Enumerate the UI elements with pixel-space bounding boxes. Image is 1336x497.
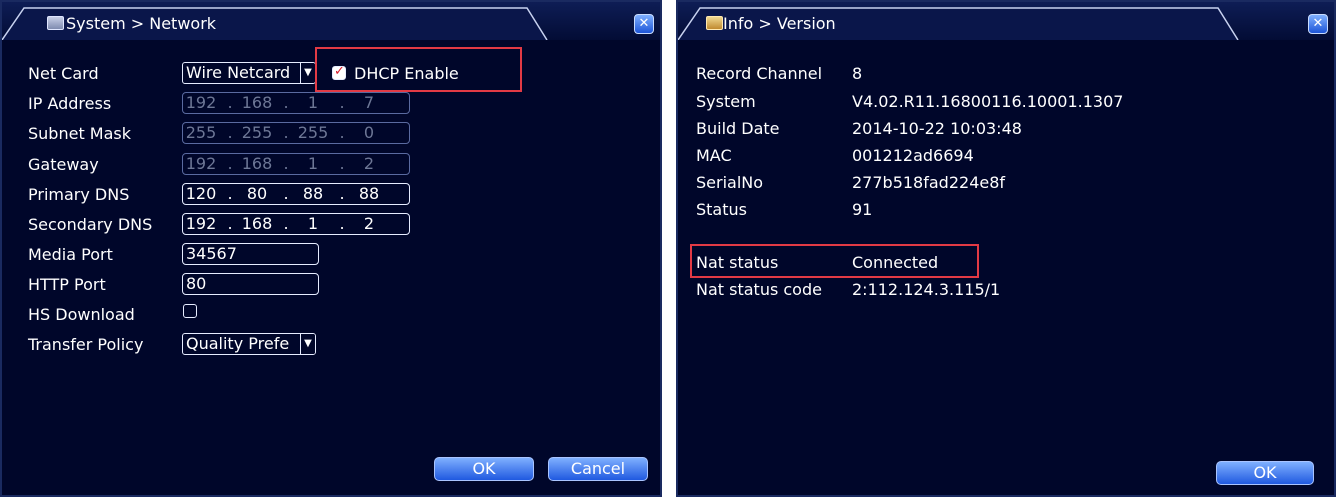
ok-button[interactable]: OK xyxy=(1216,461,1314,485)
ok-button[interactable]: OK xyxy=(434,457,534,481)
info-window-icon xyxy=(706,16,723,30)
media-port-input[interactable]: 34567 xyxy=(182,243,319,265)
secondary-dns-octet-4[interactable]: 2 xyxy=(351,214,387,234)
info-label: SerialNo xyxy=(696,173,764,192)
primary-dns-field[interactable]: 120 . 80 . 88 . 88 xyxy=(182,183,410,205)
net-card-label: Net Card xyxy=(28,64,99,83)
info-value: 8 xyxy=(852,64,863,83)
window-title: System > Network xyxy=(66,14,217,33)
subnet-octet-4[interactable]: 0 xyxy=(351,123,387,143)
ip-octet-4[interactable]: 7 xyxy=(351,93,387,113)
net-card-select[interactable]: Wire Netcard ▼ xyxy=(182,62,316,84)
ip-separator: . xyxy=(227,154,233,173)
info-label: Status xyxy=(696,200,747,219)
network-window: System > Network ✕ Net Card IP Address S… xyxy=(0,0,662,497)
ip-separator: . xyxy=(283,93,289,112)
ip-separator: . xyxy=(283,123,289,142)
gateway-octet-1[interactable]: 192 xyxy=(183,154,219,174)
ip-octet-2[interactable]: 168 xyxy=(239,93,275,113)
http-port-input[interactable]: 80 xyxy=(182,273,319,295)
ip-separator: . xyxy=(339,214,345,233)
net-card-value: Wire Netcard xyxy=(186,63,291,82)
dhcp-highlight-box xyxy=(315,47,522,92)
ip-octet-3[interactable]: 1 xyxy=(295,93,331,113)
info-value: 91 xyxy=(852,200,873,219)
ip-separator: . xyxy=(227,123,233,142)
gateway-label: Gateway xyxy=(28,155,99,174)
gateway-octet-3[interactable]: 1 xyxy=(295,154,331,174)
ip-address-field[interactable]: 192 . 168 . 1 . 7 xyxy=(182,92,410,114)
secondary-dns-label: Secondary DNS xyxy=(28,215,153,234)
ip-octet-1[interactable]: 192 xyxy=(183,93,219,113)
secondary-dns-octet-2[interactable]: 168 xyxy=(239,214,275,234)
info-label: Record Channel xyxy=(696,64,823,83)
version-titlebar: Info > Version ✕ xyxy=(678,2,1334,40)
window-title: Info > Version xyxy=(723,14,836,33)
ip-separator: . xyxy=(339,93,345,112)
settings-window-icon xyxy=(47,16,64,30)
primary-dns-octet-3[interactable]: 88 xyxy=(295,184,331,204)
gateway-field[interactable]: 192 . 168 . 1 . 2 xyxy=(182,153,410,175)
secondary-dns-octet-3[interactable]: 1 xyxy=(295,214,331,234)
secondary-dns-field[interactable]: 192 . 168 . 1 . 2 xyxy=(182,213,410,235)
hs-download-label: HS Download xyxy=(28,305,135,324)
cancel-button[interactable]: Cancel xyxy=(548,457,648,481)
transfer-policy-label: Transfer Policy xyxy=(28,335,144,354)
nat-status-code-value: 2:112.124.3.115/1 xyxy=(852,280,1001,299)
http-port-label: HTTP Port xyxy=(28,275,106,294)
network-titlebar: System > Network ✕ xyxy=(2,2,660,40)
info-value: 277b518fad224e8f xyxy=(852,173,1006,192)
info-value: V4.02.R11.16800116.10001.1307 xyxy=(852,92,1124,111)
ip-separator: . xyxy=(227,184,233,203)
primary-dns-label: Primary DNS xyxy=(28,185,130,204)
version-window: Info > Version ✕ Record Channel 8 System… xyxy=(676,0,1336,497)
ip-separator: . xyxy=(283,184,289,203)
transfer-policy-select[interactable]: Quality Prefe ▼ xyxy=(182,333,316,355)
info-label: System xyxy=(696,92,756,111)
primary-dns-octet-1[interactable]: 120 xyxy=(183,184,219,204)
close-button[interactable]: ✕ xyxy=(634,14,654,34)
ip-separator: . xyxy=(227,214,233,233)
ip-separator: . xyxy=(227,93,233,112)
transfer-policy-value: Quality Prefe xyxy=(186,334,290,353)
info-value: 001212ad6694 xyxy=(852,146,974,165)
ip-address-label: IP Address xyxy=(28,94,112,113)
subnet-octet-1[interactable]: 255 xyxy=(183,123,219,143)
nat-status-highlight-box xyxy=(690,244,979,278)
media-port-label: Media Port xyxy=(28,245,113,264)
secondary-dns-octet-1[interactable]: 192 xyxy=(183,214,219,234)
subnet-octet-3[interactable]: 255 xyxy=(295,123,331,143)
ip-separator: . xyxy=(283,154,289,173)
primary-dns-octet-4[interactable]: 88 xyxy=(351,184,387,204)
subnet-mask-field[interactable]: 255 . 255 . 255 . 0 xyxy=(182,122,410,144)
hs-download-checkbox[interactable] xyxy=(183,304,197,318)
close-button[interactable]: ✕ xyxy=(1308,14,1328,34)
ip-separator: . xyxy=(339,123,345,142)
ip-separator: . xyxy=(339,154,345,173)
gateway-octet-4[interactable]: 2 xyxy=(351,154,387,174)
chevron-down-icon[interactable]: ▼ xyxy=(300,63,315,83)
chevron-down-icon[interactable]: ▼ xyxy=(300,334,315,354)
info-label: Build Date xyxy=(696,119,780,138)
subnet-octet-2[interactable]: 255 xyxy=(239,123,275,143)
info-label: MAC xyxy=(696,146,732,165)
gateway-octet-2[interactable]: 168 xyxy=(239,154,275,174)
subnet-mask-label: Subnet Mask xyxy=(28,124,132,143)
primary-dns-octet-2[interactable]: 80 xyxy=(239,184,275,204)
nat-status-code-label: Nat status code xyxy=(696,280,822,299)
ip-separator: . xyxy=(283,214,289,233)
ip-separator: . xyxy=(339,184,345,203)
info-value: 2014-10-22 10:03:48 xyxy=(852,119,1022,138)
